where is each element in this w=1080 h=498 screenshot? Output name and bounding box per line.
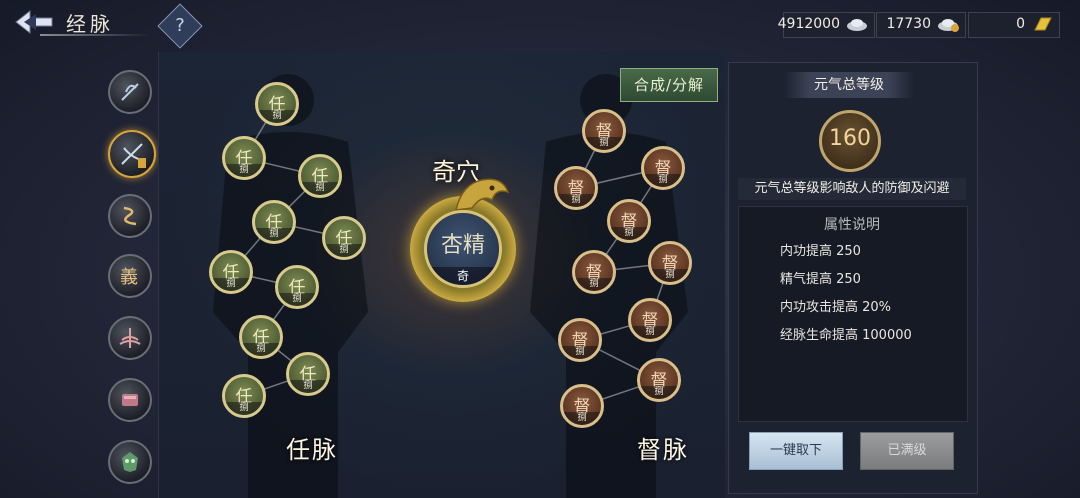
du-node-8[interactable]: 督捌 [558,318,602,362]
level-description: 元气总等级影响敌人的防御及闪避 [738,178,966,200]
remove-all-button[interactable]: 一键取下 [749,432,843,470]
ren-node-5[interactable]: 任捌 [322,216,366,260]
ren-node-8[interactable]: 任捌 [239,315,283,359]
ren-node-10[interactable]: 任捌 [222,374,266,418]
ren-node-6[interactable]: 任捌 [209,250,253,294]
du-node-2[interactable]: 督捌 [641,146,685,190]
max-level-button[interactable]: 已满级 [860,432,954,470]
du-node-10[interactable]: 督捌 [560,384,604,428]
du-node-7[interactable]: 督捌 [628,298,672,342]
attribute-title: 属性说明 [824,217,880,233]
du-node-3[interactable]: 督捌 [554,166,598,210]
ren-node-9[interactable]: 任捌 [286,352,330,396]
attribute-row: 精气提高 250 [780,272,861,287]
dragon-head-icon [455,178,510,211]
synthesize-decompose-button[interactable]: 合成/分解 [620,68,718,102]
du-node-9[interactable]: 督捌 [637,358,681,402]
ren-node-3[interactable]: 任捌 [298,154,342,198]
total-level-heading: 元气总等级 [784,72,914,98]
ren-meridian-label: 任脉 [286,436,338,464]
du-node-6[interactable]: 督捌 [572,250,616,294]
du-node-4[interactable]: 督捌 [607,199,651,243]
level-value: 160 [829,126,871,151]
du-node-5[interactable]: 督捌 [648,241,692,285]
ren-node-7[interactable]: 任捌 [275,265,319,309]
attribute-row: 经脉生命提高 100000 [780,328,912,343]
du-node-1[interactable]: 督捌 [582,109,626,153]
ren-node-2[interactable]: 任捌 [222,136,266,180]
qixue-center-node[interactable]: 杏精 奇 [424,210,502,288]
attribute-row: 内功攻击提高 20% [780,300,892,315]
attribute-row: 内功提高 250 [780,244,861,259]
ren-node-4[interactable]: 任捌 [252,200,296,244]
du-meridian-label: 督脉 [637,436,689,464]
ren-node-1[interactable]: 任捌 [255,82,299,126]
